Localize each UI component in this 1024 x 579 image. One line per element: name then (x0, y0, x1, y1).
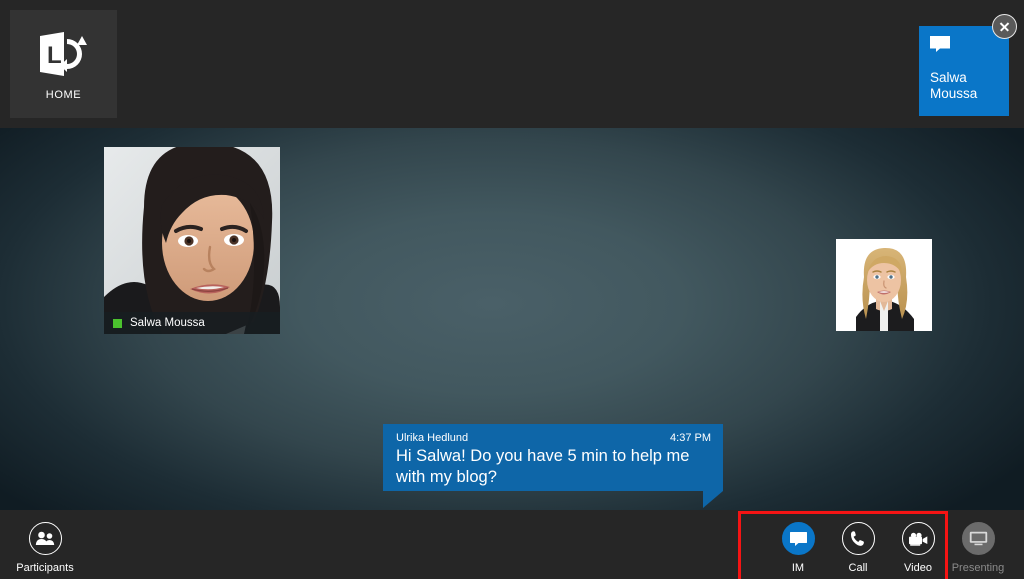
im-message-toast[interactable]: Ulrika Hedlund 4:37 PM Hi Salwa! Do you … (383, 424, 723, 491)
presenting-button[interactable]: Presenting (941, 522, 1015, 574)
participant-photo-salwa (104, 147, 280, 334)
lync-logo-icon: L (34, 31, 94, 77)
presenting-button-label: Presenting (951, 562, 1005, 574)
home-tile[interactable]: L HOME (10, 10, 117, 118)
main-video-tile[interactable]: Salwa Moussa (104, 147, 280, 334)
contact-tile-salwa-moussa[interactable]: Salwa Moussa (919, 26, 1009, 116)
close-icon[interactable] (992, 14, 1017, 39)
im-chat-icon (781, 522, 815, 555)
presence-indicator-icon (113, 318, 122, 328)
main-video-participant-name: Salwa Moussa (130, 317, 205, 329)
im-toast-tail (703, 491, 723, 508)
video-camera-icon (901, 522, 935, 555)
participants-button[interactable]: Participants (8, 522, 82, 574)
im-sender-name: Ulrika Hedlund (396, 432, 469, 444)
participants-icon (28, 522, 62, 555)
top-bar: L HOME Salwa Moussa (0, 0, 1024, 128)
bottom-toolbar: Participants IM Call Video Presenting (0, 510, 1024, 579)
main-video-name-bar: Salwa Moussa (104, 312, 280, 334)
im-timestamp: 4:37 PM (670, 432, 711, 444)
participant-photo-ulrika (836, 239, 932, 331)
monitor-icon (961, 522, 995, 555)
self-video-thumbnail[interactable] (836, 239, 932, 331)
svg-text:L: L (47, 42, 62, 69)
call-button-label: Call (848, 562, 868, 574)
phone-icon (841, 522, 875, 555)
video-button-label: Video (904, 562, 932, 574)
im-button-label: IM (791, 562, 805, 574)
im-message-text: Hi Salwa! Do you have 5 min to help me w… (396, 447, 690, 486)
contact-tile-name: Salwa Moussa (930, 70, 978, 101)
lync-meeting-window: L HOME Salwa Moussa Salwa Moussa Ulrika … (0, 0, 1024, 579)
chat-bubble-icon (930, 36, 950, 52)
home-tile-label: HOME (45, 89, 82, 101)
participants-button-label: Participants (16, 562, 74, 574)
